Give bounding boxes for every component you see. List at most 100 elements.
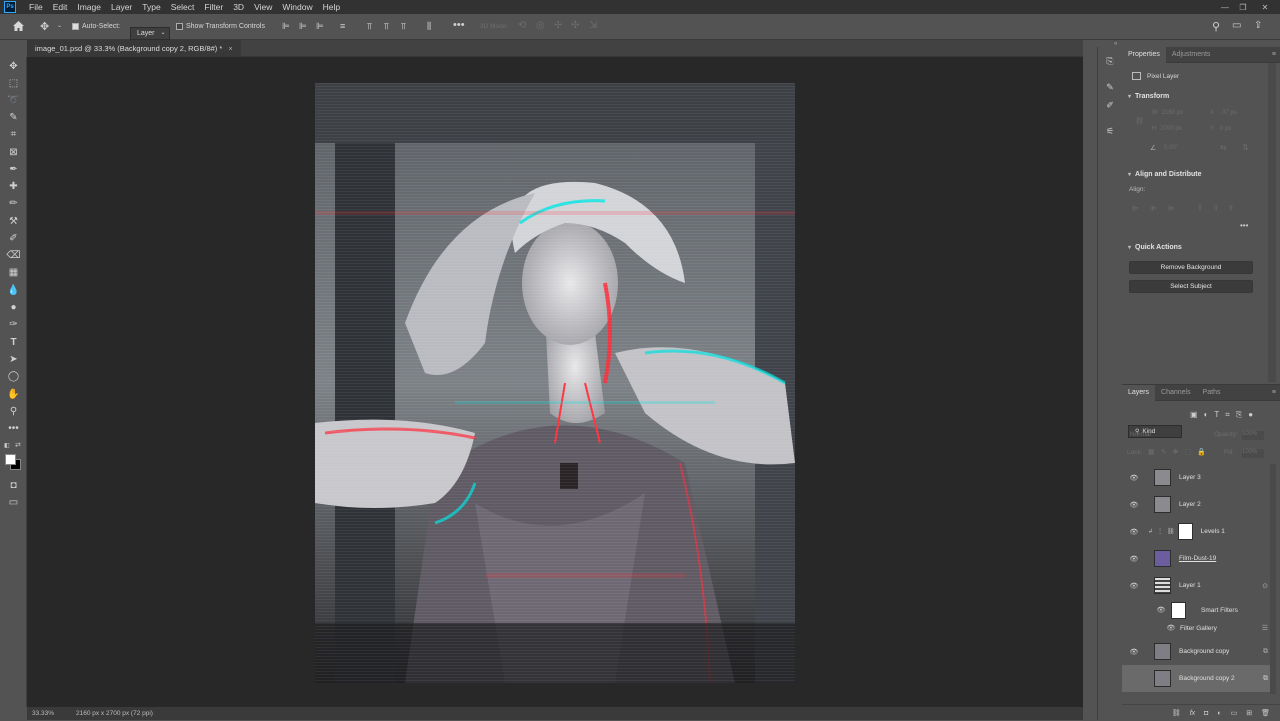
menu-select[interactable]: Select xyxy=(166,2,200,12)
height-field[interactable]: H 2700 px xyxy=(1152,126,1182,132)
restore-icon[interactable]: ❐ xyxy=(1236,0,1250,14)
auto-select-checkbox[interactable] xyxy=(72,23,79,30)
blur-tool-icon[interactable]: 💧 xyxy=(6,283,21,298)
3d-orbit-icon[interactable]: ⟲ xyxy=(518,20,526,31)
3d-pan-icon[interactable]: ✢ xyxy=(554,20,562,31)
align-left-edges-icon[interactable]: ⊫ xyxy=(1132,204,1139,214)
close-window-icon[interactable]: ✕ xyxy=(1258,0,1272,14)
search-icon[interactable]: ⚲ xyxy=(1212,20,1220,33)
foreground-color-swatch[interactable] xyxy=(5,454,16,465)
move-tool-icon[interactable]: ✥ xyxy=(40,20,49,33)
pen-tool-icon[interactable]: ✑ xyxy=(6,317,21,332)
align-section-header[interactable]: ▾ Align and Distribute xyxy=(1122,171,1202,178)
align-bottom-edges-icon[interactable]: ⫪ xyxy=(1229,204,1234,214)
quick-actions-header[interactable]: ▾ Quick Actions xyxy=(1122,244,1182,251)
layer-row-layer-2[interactable]: 👁 Layer 2 xyxy=(1122,491,1270,518)
share-icon[interactable]: ⇪ xyxy=(1254,20,1262,31)
more-align-icon[interactable]: ••• xyxy=(1240,221,1248,230)
filter-shape-icon[interactable]: ⌗ xyxy=(1225,410,1230,420)
menu-file[interactable]: File xyxy=(24,2,48,12)
healing-brush-icon[interactable]: ✚ xyxy=(6,179,21,194)
marquee-tool-icon[interactable]: ⬚ xyxy=(6,76,21,91)
filter-gallery-row[interactable]: 👁 Filter Gallery ☰ xyxy=(1122,620,1270,636)
blend-mode-dropdown[interactable]: Normal xyxy=(1130,431,1151,438)
close-tab-icon[interactable]: × xyxy=(228,44,232,53)
properties-scrollbar[interactable] xyxy=(1268,63,1276,382)
add-mask-icon[interactable]: ◘ xyxy=(1204,710,1208,717)
visibility-eye-icon[interactable]: 👁 xyxy=(1128,501,1140,509)
lock-position-icon[interactable]: ✥ xyxy=(1173,448,1179,456)
more-tools-icon[interactable]: ••• xyxy=(6,421,21,436)
document-image[interactable] xyxy=(315,83,795,683)
menu-image[interactable]: Image xyxy=(72,2,106,12)
delete-layer-icon[interactable]: 🗑 xyxy=(1261,709,1270,717)
angle-field[interactable]: 0.00° xyxy=(1164,145,1178,151)
3d-slide-icon[interactable]: ✣ xyxy=(571,20,579,31)
new-adjustment-icon[interactable]: ◐ xyxy=(1217,710,1221,717)
align-top-edges-icon[interactable]: ⫪ xyxy=(1198,204,1203,214)
visibility-eye-icon[interactable]: 👁 xyxy=(1128,555,1140,563)
menu-help[interactable]: Help xyxy=(318,2,345,12)
align-right-icon[interactable]: ⊫ xyxy=(316,21,324,32)
eraser-tool-icon[interactable]: ⌫ xyxy=(6,248,21,263)
dodge-tool-icon[interactable]: ● xyxy=(6,300,21,315)
layer-row-levels-1[interactable]: 👁 ↲ ⫶ ⛓ Levels 1 xyxy=(1122,518,1270,545)
menu-filter[interactable]: Filter xyxy=(199,2,228,12)
brushes-panel-icon[interactable]: ✐ xyxy=(1104,99,1116,111)
align-vertical-icon[interactable]: ≡ xyxy=(340,21,345,31)
menu-3d[interactable]: 3D xyxy=(228,2,249,12)
layer-row-background-copy[interactable]: 👁 Background copy ⧉ xyxy=(1122,638,1270,665)
quick-mask-icon[interactable]: ◘ xyxy=(6,478,21,493)
layer-style-icon[interactable]: fx xyxy=(1190,710,1195,717)
lock-artboard-icon[interactable]: ⬚ xyxy=(1184,448,1191,456)
swap-colors-icon[interactable]: ⇄ xyxy=(15,441,21,449)
menu-type[interactable]: Type xyxy=(137,2,165,12)
visibility-eye-icon[interactable]: 👁 xyxy=(1155,606,1167,614)
zoom-tool-icon[interactable]: ⚲ xyxy=(6,404,21,419)
default-colors-icon[interactable]: ◧ xyxy=(4,442,12,450)
filter-smart-object-icon[interactable]: ⎘ xyxy=(1236,410,1242,420)
visibility-eye-icon[interactable]: 👁 xyxy=(1128,528,1140,536)
y-field[interactable]: Y0 px xyxy=(1210,126,1231,132)
visibility-eye-icon[interactable]: 👁 xyxy=(1128,474,1140,482)
filter-toggle-icon[interactable]: ● xyxy=(1248,410,1253,420)
crop-tool-icon[interactable]: ⌗ xyxy=(6,127,21,142)
tab-channels[interactable]: Channels xyxy=(1155,389,1197,396)
align-bottom-icon[interactable]: ⫪ xyxy=(401,21,406,32)
path-select-icon[interactable]: ➤ xyxy=(6,352,21,367)
fill-field[interactable]: 100% xyxy=(1242,449,1264,458)
opacity-field[interactable]: 100% xyxy=(1242,431,1264,440)
brush-tool-icon[interactable]: ✏ xyxy=(6,196,21,211)
layer-row-layer-3[interactable]: 👁 Layer 3 xyxy=(1122,464,1270,491)
screen-mode-icon[interactable]: ▭ xyxy=(6,495,21,510)
lock-all-icon[interactable]: 🔒 xyxy=(1197,448,1206,456)
visibility-eye-icon[interactable]: 👁 xyxy=(1165,624,1177,632)
adjust-panel-icon[interactable]: ⚟ xyxy=(1104,125,1116,137)
layers-scrollbar[interactable] xyxy=(1270,464,1276,694)
tab-adjustments[interactable]: Adjustments xyxy=(1166,51,1217,58)
align-v-center-icon[interactable]: ⫪ xyxy=(384,21,389,32)
align-left-icon[interactable]: ⊫ xyxy=(282,21,290,32)
tab-paths[interactable]: Paths xyxy=(1197,389,1227,396)
eyedropper-tool-icon[interactable]: ✒ xyxy=(6,162,21,177)
lock-transparent-icon[interactable]: ▦ xyxy=(1148,448,1155,456)
select-subject-button[interactable]: Select Subject xyxy=(1129,280,1253,293)
tool-preset-chevron-icon[interactable]: ⌄ xyxy=(57,22,62,29)
history-panel-icon[interactable]: ⎘ xyxy=(1104,55,1116,67)
visibility-eye-icon[interactable]: 👁 xyxy=(1128,582,1140,590)
type-tool-icon[interactable]: T xyxy=(6,335,21,350)
more-options-icon[interactable]: ••• xyxy=(453,19,465,31)
panel-menu-icon[interactable]: ≡ xyxy=(1272,389,1276,396)
align-top-icon[interactable]: ⫪ xyxy=(367,21,372,32)
filter-type-icon[interactable]: T xyxy=(1214,410,1219,420)
align-h-center-icon[interactable]: ⊫ xyxy=(299,21,307,32)
workspace-icon[interactable]: ▭ xyxy=(1232,20,1241,31)
frame-tool-icon[interactable]: ⊠ xyxy=(6,145,21,160)
x-field[interactable]: X -37 px xyxy=(1210,110,1237,116)
menu-edit[interactable]: Edit xyxy=(48,2,73,12)
minimize-icon[interactable]: — xyxy=(1218,0,1232,14)
lock-image-icon[interactable]: ✎ xyxy=(1161,448,1167,456)
3d-scale-icon[interactable]: ⇲ xyxy=(589,20,597,31)
distribute-icon[interactable]: ⫼ xyxy=(427,21,431,32)
layer-row-film-dust[interactable]: 👁 Film-Dust-19 xyxy=(1122,545,1270,572)
